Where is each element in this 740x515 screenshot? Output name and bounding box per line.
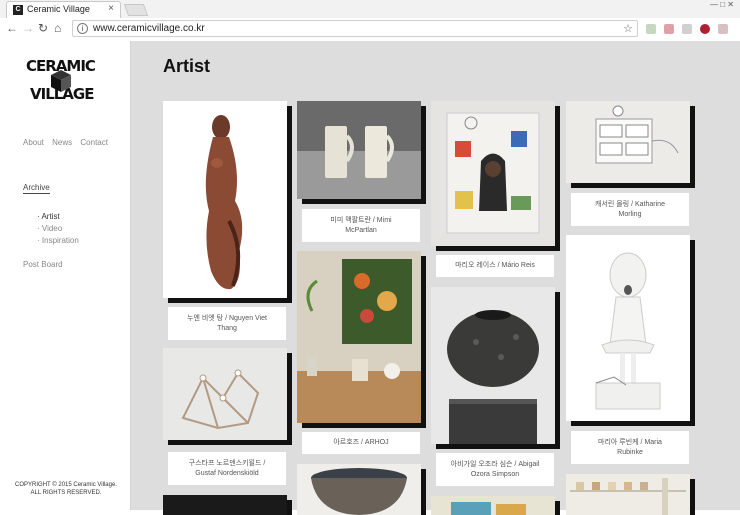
bowl-image [297,464,421,515]
shelves-image [566,474,690,515]
favicon-icon: C [13,5,23,15]
url-text[interactable]: www.ceramicvillage.co.kr [93,23,205,34]
caption-gustaf[interactable]: 구스타프 노르덴스키욀드 / Gustaf Nordenskiöld [168,452,286,485]
mugs-image [297,101,421,199]
artist-image-partial[interactable] [163,495,287,515]
nav-video[interactable]: Video [37,223,79,235]
nav-artist[interactable]: Artist [37,211,79,223]
artist-image-abigail[interactable] [431,287,555,444]
browser-tab[interactable]: C Ceramic Village × [6,1,121,18]
artist-name: 구스타프 노르덴스키욀드 / [188,459,266,467]
artist-name: 누엔 비엣 탕 / Nguyen Viet [187,314,267,322]
artist-name: 마리아 루빈케 / Maria [598,438,662,446]
nav-post-board[interactable]: Post Board [23,260,63,269]
back-icon[interactable]: ← [6,21,18,35]
new-tab-button[interactable] [123,4,149,16]
artist-name: Rubinke [617,448,643,456]
artist-image-maria[interactable] [566,235,690,421]
cube-logo-icon [51,70,71,92]
copyright-line-2: ALL RIGHTS RESERVED. [30,490,102,496]
site-logo[interactable]: CERAMIC VILLAGE [26,57,100,105]
artist-name: 아르호즈 / ARHOJ [333,439,389,446]
extension-icon[interactable] [682,24,692,34]
browser-chrome: C Ceramic Village × — □ ✕ ← → ↻ ⌂ i www.… [0,0,740,40]
browser-toolbar: ← → ↻ ⌂ i www.ceramicvillage.co.kr ☆ [0,18,740,40]
nav-about[interactable]: About [23,138,44,147]
textured-vessel-image [431,287,555,444]
nav-archive[interactable]: Archive [23,183,50,194]
artist-name: 마리오 레이스 / Mário Reis [455,262,535,269]
caption-arhoj[interactable]: 아르호즈 / ARHOJ [302,432,420,454]
close-tab-icon[interactable]: × [108,3,114,14]
artist-image-nguyen[interactable] [163,101,287,298]
page-title: Artist [163,56,211,76]
figure-sculpture-image [163,101,287,298]
white-figure-image [566,235,690,421]
studio-still-life-image [297,251,421,423]
artist-image-katharine[interactable] [566,101,690,183]
copyright-line-1: COPYRIGHT © 2015 Ceramic Village. [15,482,117,488]
artist-image-partial-3[interactable] [431,496,555,515]
artist-name: Gustaf Nordenskiöld [195,469,259,477]
caption-maria[interactable]: 마리아 루빈케 / Maria Rubinke [571,431,689,464]
artist-name: McPartlan [345,226,377,234]
extension-icon[interactable] [718,24,728,34]
artist-name: 아비가일 오조라 심슨 / Abigail [450,460,540,468]
artist-name: Ozora Simpson [470,470,520,478]
archive-sub-list: Artist Video Inspiration [37,211,79,247]
address-bar[interactable]: i www.ceramicvillage.co.kr ☆ [72,20,638,37]
sidebar: CERAMIC VILLAGE About News Contact Archi… [0,41,131,510]
home-icon[interactable]: ⌂ [54,21,61,35]
artist-image-bowl[interactable] [297,464,421,515]
wall-piece-image [431,101,555,246]
drawer-sculpture-image [566,101,690,183]
window-controls[interactable]: — □ ✕ [710,0,734,9]
artist-name: 미미 맥팔트란 / Mimi [330,216,392,224]
caption-abigail[interactable]: 아비가일 오조라 심슨 / Abigail Ozora Simpson [436,453,554,486]
info-icon[interactable]: i [77,23,88,34]
caption-katharine[interactable]: 캐서린 몰링 / Katharine Morling [571,193,689,226]
artist-image-gustaf[interactable] [163,348,287,440]
reload-icon[interactable]: ↻ [38,21,48,35]
caption-mimi[interactable]: 미미 맥팔트란 / Mimi McPartlan [302,209,420,242]
tab-strip: C Ceramic Village × — □ ✕ [0,0,740,18]
artist-name: 캐서린 몰링 / Katharine [595,200,665,208]
caption-nguyen[interactable]: 누엔 비엣 탕 / Nguyen Viet Thang [168,307,286,340]
nav-news[interactable]: News [52,138,72,147]
caption-mario[interactable]: 마리오 레이스 / Mário Reis [436,255,554,277]
extension-icon[interactable] [646,24,656,34]
artist-image-arhoj[interactable] [297,251,421,423]
artist-image-shelves[interactable] [566,474,690,515]
extension-icon[interactable] [700,24,710,34]
page: CERAMIC VILLAGE About News Contact Archi… [0,41,740,515]
artist-name: Morling [618,210,642,218]
top-nav: About News Contact [23,138,114,147]
tab-title: Ceramic Village [27,4,90,14]
lattice-sculpture-image [163,348,287,440]
forward-icon[interactable]: → [22,21,34,35]
copyright: COPYRIGHT © 2015 Ceramic Village. ALL RI… [14,481,118,497]
nav-inspiration[interactable]: Inspiration [37,235,79,247]
artist-image-mimi[interactable] [297,101,421,199]
extension-icon[interactable] [664,24,674,34]
artist-image-mario[interactable] [431,101,555,246]
nav-contact[interactable]: Contact [80,138,108,147]
artist-name: Thang [217,324,237,332]
colorful-image [431,496,555,515]
bookmark-star-icon[interactable]: ☆ [623,22,633,35]
